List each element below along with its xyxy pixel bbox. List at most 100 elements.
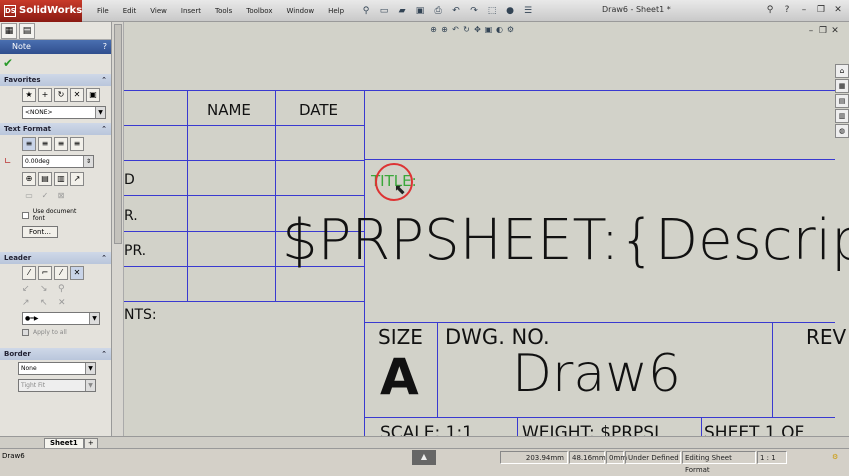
sheet1-tab[interactable]: Sheet1	[44, 438, 84, 448]
angle-field[interactable]: 0.00deg ⇕	[22, 155, 94, 168]
pin-icon[interactable]: ⚲	[359, 4, 373, 18]
doc-restore-icon[interactable]: ❐	[817, 26, 829, 36]
favorite-update-icon[interactable]: ↻	[54, 88, 68, 102]
save-icon[interactable]: ▣	[413, 4, 427, 18]
menu-help[interactable]: Help	[321, 7, 351, 15]
file-explorer-icon[interactable]: ▤	[835, 94, 849, 108]
status-y-coordinate: 48.16mm	[569, 451, 606, 464]
leader-right-icon[interactable]: ↘	[40, 284, 58, 294]
leader-bottom-icon[interactable]: ↖	[40, 298, 58, 308]
leader-section-header[interactable]: Leader ⌃	[0, 252, 111, 264]
menu-file[interactable]: File	[90, 7, 116, 15]
resources-icon[interactable]: ⌂	[835, 64, 849, 78]
favorites-select[interactable]: <NONE> ▼	[22, 106, 106, 119]
panel-scrollbar[interactable]	[112, 22, 124, 436]
rotate-icon[interactable]: ↻	[461, 24, 472, 35]
favorite-save-icon[interactable]: ▣	[86, 88, 100, 102]
link-to-property-icon[interactable]: ▤	[38, 172, 52, 186]
hole-callout-icon[interactable]: ⊠	[54, 190, 68, 204]
leader-bent-icon[interactable]: ⌐	[38, 266, 52, 280]
property-manager: ▦ ▤ Note? ✔ Favorites ⌃ ★ + ↻ ✕ ▣ <NONE> ▼…	[0, 22, 112, 436]
restore-icon[interactable]: ❐	[814, 4, 828, 17]
doc-close-icon[interactable]: ✕	[829, 26, 841, 36]
menu-toolbox[interactable]: Toolbox	[239, 7, 279, 15]
previous-view-icon[interactable]: ↶	[450, 24, 461, 35]
chevron-down-icon: ▼	[85, 380, 95, 391]
leader-straight-attach-icon[interactable]: ✕	[58, 298, 76, 308]
feature-tree-tab-icon[interactable]: ▦	[1, 23, 17, 39]
align-center-icon[interactable]: ≡	[38, 137, 52, 151]
use-document-font-checkbox[interactable]: Use document font	[0, 206, 111, 224]
insert-table-icon[interactable]: ▭	[22, 190, 36, 204]
open-folder-icon[interactable]: ▰	[395, 4, 409, 18]
symbol-icon[interactable]: ↗	[70, 172, 84, 186]
note-header: Note?	[0, 40, 111, 54]
leader-nearest-icon[interactable]: ⚲	[58, 284, 76, 294]
view-settings-icon[interactable]: ⚙	[505, 24, 516, 35]
stack-note-icon[interactable]: ▥	[54, 172, 68, 186]
menu-tools[interactable]: Tools	[208, 7, 239, 15]
options-icon[interactable]: ☰	[521, 4, 535, 18]
leader-underlined-icon[interactable]: ⁄	[54, 266, 68, 280]
align-left-icon[interactable]: ≡	[22, 137, 36, 151]
apply-to-all-checkbox[interactable]: Apply to all	[0, 327, 111, 338]
scrollbar-thumb[interactable]	[114, 24, 122, 244]
ok-check-icon[interactable]: ✔	[0, 54, 111, 72]
zoom-to-fit-icon[interactable]: ⊕	[428, 24, 439, 35]
print-icon[interactable]: ⎙	[431, 4, 445, 18]
property-manager-tab-icon[interactable]: ▤	[19, 23, 35, 39]
add-sheet-icon[interactable]: +	[83, 438, 98, 448]
rebuild-icon[interactable]: ●	[503, 4, 517, 18]
display-style-icon[interactable]: ▣	[483, 24, 494, 35]
justify-icon[interactable]: ≡	[70, 137, 84, 151]
leader-left-icon[interactable]: ↙	[22, 284, 40, 294]
spin-icon: ⇕	[83, 156, 93, 167]
hide-show-icon[interactable]: ◐	[494, 24, 505, 35]
help-icon[interactable]: ?	[103, 40, 107, 54]
menu-insert[interactable]: Insert	[174, 7, 208, 15]
redo-icon[interactable]: ↷	[467, 4, 481, 18]
drawing-canvas[interactable]: ⊕ ⊕ ↶ ↻ ✥ ▣ ◐ ⚙ – ❐ ✕ ⌂ ▦ ▤ ▥ ◍ NAME DAT…	[124, 22, 849, 436]
minimize-icon[interactable]: –	[797, 4, 811, 17]
appearances-icon[interactable]: ◍	[835, 124, 849, 138]
standard-toolbar: ⚲ ▭ ▰ ▣ ⎙ ↶ ↷ ⬚ ● ☰	[357, 4, 537, 18]
zoom-area-icon[interactable]: ⊕	[439, 24, 450, 35]
comments-label: NTS:	[124, 307, 157, 323]
undo-icon[interactable]: ↶	[449, 4, 463, 18]
expand-up-icon[interactable]: ▲	[412, 450, 436, 465]
favorites-section-header[interactable]: Favorites ⌃	[0, 74, 111, 86]
view-palette-icon[interactable]: ▥	[835, 109, 849, 123]
border-section-header[interactable]: Border ⌃	[0, 348, 111, 360]
menu-edit[interactable]: Edit	[116, 7, 144, 15]
font-button[interactable]: Font...	[22, 226, 58, 238]
no-leader-icon[interactable]: ✕	[70, 266, 84, 280]
border-style-select[interactable]: None ▼	[18, 362, 96, 375]
align-right-icon[interactable]: ≡	[54, 137, 68, 151]
row-label-checked: R.	[124, 208, 138, 224]
solidworks-logo[interactable]: DS SolidWorks	[0, 0, 82, 22]
select-icon[interactable]: ⬚	[485, 4, 499, 18]
favorite-delete-icon[interactable]: ✕	[70, 88, 84, 102]
chevron-down-icon: ▼	[85, 363, 95, 374]
border-size-select[interactable]: Tight Fit ▼	[18, 379, 96, 392]
insert-hyperlink-icon[interactable]: ⊕	[22, 172, 36, 186]
arrow-style-select[interactable]: ●━▶ ▼	[22, 312, 100, 325]
menu-view[interactable]: View	[143, 7, 174, 15]
leader-top-icon[interactable]: ↗	[22, 298, 40, 308]
leader-straight-icon[interactable]: ⁄	[22, 266, 36, 280]
favorite-add-icon[interactable]: +	[38, 88, 52, 102]
description-text[interactable]: $PRPSHEET:{Descrip	[282, 208, 849, 273]
text-format-section-header[interactable]: Text Format ⌃	[0, 123, 111, 135]
close-icon[interactable]: ✕	[831, 4, 845, 17]
menu-window[interactable]: Window	[279, 7, 321, 15]
new-document-icon[interactable]: ▭	[377, 4, 391, 18]
check-icon[interactable]: ✓	[38, 190, 52, 204]
help-icon[interactable]: ?	[780, 4, 794, 17]
favorite-apply-icon[interactable]: ★	[22, 88, 36, 102]
search-icon[interactable]: ⚲	[763, 4, 777, 17]
pan-icon[interactable]: ✥	[472, 24, 483, 35]
status-rebuild-icon[interactable]: ⚙	[830, 451, 846, 464]
doc-minimize-icon[interactable]: –	[805, 26, 817, 36]
design-library-icon[interactable]: ▦	[835, 79, 849, 93]
size-value: A	[380, 348, 419, 406]
